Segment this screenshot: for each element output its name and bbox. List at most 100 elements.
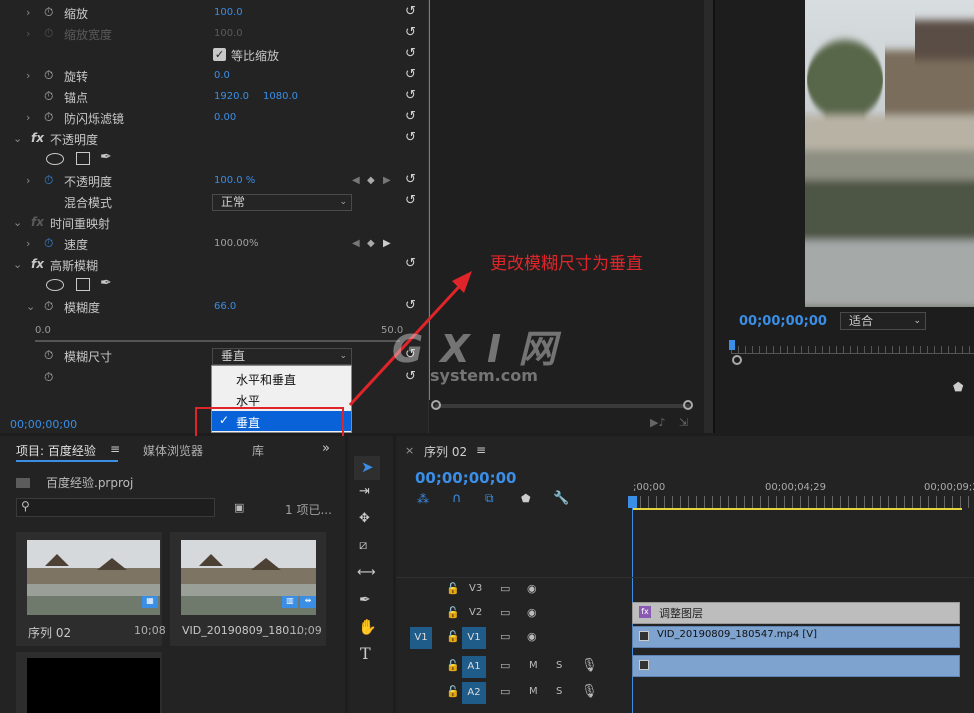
dropdown-option[interactable]: 水平: [212, 389, 351, 409]
anchor-y-value[interactable]: 1080.0: [263, 91, 298, 102]
reset-icon[interactable]: ↺: [405, 172, 416, 187]
section-chevron-icon[interactable]: ⌄: [13, 258, 22, 271]
expand-chevron-icon[interactable]: ›: [26, 237, 30, 250]
stopwatch-icon[interactable]: ⏱: [44, 68, 53, 83]
adjustment-layer-clip[interactable]: fx 调整图层: [632, 602, 960, 624]
microphone-icon[interactable]: 🎙: [581, 684, 598, 699]
stopwatch-icon[interactable]: ⏱: [44, 110, 53, 125]
reset-icon[interactable]: ↺: [405, 4, 416, 19]
solo-button[interactable]: S: [556, 686, 562, 697]
timeline-ruler[interactable]: [632, 496, 974, 508]
fx-icon[interactable]: fx: [31, 257, 44, 271]
rectangle-mask-icon[interactable]: [76, 152, 90, 165]
close-icon[interactable]: ×: [405, 444, 414, 457]
linked-selection-icon[interactable]: ⧉: [485, 491, 494, 506]
monitor-ruler[interactable]: [731, 346, 974, 354]
next-keyframe-icon[interactable]: ▶: [383, 175, 391, 186]
reset-icon[interactable]: ↺: [405, 46, 416, 61]
project-item[interactable]: [16, 652, 162, 713]
marker-icon[interactable]: ⬟: [953, 380, 963, 394]
vertical-scrollbar[interactable]: [704, 0, 713, 433]
reset-icon[interactable]: ↺: [405, 193, 416, 208]
lock-icon[interactable]: 🔓: [446, 606, 460, 619]
scale-value[interactable]: 100.0: [214, 7, 243, 18]
microphone-icon[interactable]: 🎙: [581, 658, 598, 673]
pen-icon[interactable]: ✒: [359, 592, 371, 608]
panel-menu-icon[interactable]: ≡: [110, 442, 120, 456]
work-area-bar[interactable]: [632, 508, 962, 510]
prev-keyframe-icon[interactable]: ◀: [352, 238, 360, 249]
flicker-value[interactable]: 0.00: [214, 112, 236, 123]
mute-button[interactable]: M: [529, 660, 538, 671]
track-label[interactable]: V3: [469, 583, 482, 594]
slip-icon[interactable]: ⟷: [357, 565, 376, 580]
expand-chevron-icon[interactable]: ›: [26, 6, 30, 19]
add-keyframe-icon[interactable]: ◆: [367, 175, 375, 186]
expand-chevron-icon[interactable]: ⌄: [26, 300, 35, 313]
mute-button[interactable]: M: [529, 686, 538, 697]
reset-icon[interactable]: ↺: [405, 109, 416, 124]
section-chevron-icon[interactable]: ⌄: [13, 132, 22, 145]
pen-mask-icon[interactable]: ✒: [100, 149, 112, 165]
sync-lock-icon[interactable]: ▭: [500, 606, 510, 619]
wrench-icon[interactable]: 🔧: [553, 491, 569, 506]
stopwatch-active-icon[interactable]: ⏱: [44, 236, 53, 251]
blend-mode-select[interactable]: 正常 ⌄: [212, 194, 352, 211]
lock-icon[interactable]: 🔓: [446, 630, 460, 643]
add-keyframe-icon[interactable]: ◆: [367, 238, 375, 249]
prev-keyframe-icon[interactable]: ◀: [352, 175, 360, 186]
monitor-playhead[interactable]: [729, 340, 735, 350]
eye-icon[interactable]: ◉: [527, 582, 537, 595]
rectangle-mask-icon[interactable]: [76, 278, 90, 291]
pen-mask-icon[interactable]: ✒: [100, 275, 112, 291]
project-item[interactable]: ▦ 序列 02 10;08: [16, 532, 166, 646]
track-label[interactable]: V2: [469, 607, 482, 618]
timeline-timecode[interactable]: 00;00;00;00: [415, 469, 517, 487]
source-patch-v1[interactable]: V1: [410, 627, 432, 649]
blurriness-value[interactable]: 66.0: [214, 301, 236, 312]
reset-icon[interactable]: ↺: [405, 67, 416, 82]
selection-tool[interactable]: ➤: [354, 456, 380, 480]
tab-project[interactable]: 项目: 百度经验: [16, 442, 96, 459]
audio-clip[interactable]: [632, 655, 960, 677]
section-chevron-icon[interactable]: ⌄: [13, 216, 22, 229]
lock-icon[interactable]: 🔓: [446, 685, 460, 698]
stopwatch-icon[interactable]: ⏱: [44, 348, 53, 363]
stopwatch-icon[interactable]: ⏱: [44, 299, 53, 314]
project-item[interactable]: ▥ ⇹ VID_20190809_180... 10;09: [170, 532, 326, 646]
stopwatch-icon[interactable]: ⏱: [44, 370, 53, 385]
video-clip[interactable]: VID_20190809_180547.mp4 [V]: [632, 626, 960, 648]
solo-button[interactable]: S: [556, 660, 562, 671]
track-label[interactable]: A1: [462, 656, 486, 678]
expand-chevron-icon[interactable]: ›: [26, 69, 30, 82]
fx-icon[interactable]: fx: [31, 131, 44, 145]
sync-lock-icon[interactable]: ▭: [500, 659, 510, 672]
snap-icon[interactable]: ∩: [452, 491, 462, 506]
export-icon[interactable]: ⇲: [679, 416, 688, 429]
uniform-scale-checkbox[interactable]: ✓: [213, 48, 226, 61]
tab-libraries[interactable]: 库: [252, 442, 264, 459]
play-audio-icon[interactable]: ▶♪: [650, 416, 665, 429]
overflow-chevron-icon[interactable]: »: [322, 441, 330, 456]
stopwatch-active-icon[interactable]: ⏱: [44, 173, 53, 188]
track-label[interactable]: A2: [462, 682, 486, 704]
hand-icon[interactable]: ✋: [358, 618, 377, 636]
effect-controls-timecode[interactable]: 00;00;00;00: [10, 418, 77, 431]
lock-icon[interactable]: 🔓: [446, 659, 460, 672]
scrollbar-handle-right[interactable]: [683, 400, 693, 410]
zoom-handle[interactable]: [732, 355, 742, 365]
expand-chevron-icon[interactable]: ›: [26, 111, 30, 124]
track-label[interactable]: V1: [462, 627, 486, 649]
eye-icon[interactable]: ◉: [527, 630, 537, 643]
type-tool-icon[interactable]: T: [360, 644, 371, 663]
sync-lock-icon[interactable]: ▭: [500, 630, 510, 643]
panel-menu-icon[interactable]: ≡: [476, 443, 486, 457]
sync-lock-icon[interactable]: ▭: [500, 685, 510, 698]
search-input[interactable]: ⚲: [16, 498, 215, 517]
expand-chevron-icon[interactable]: ›: [26, 174, 30, 187]
razor-icon[interactable]: ⧄: [359, 538, 367, 553]
reset-icon[interactable]: ↺: [405, 25, 416, 40]
add-marker-icon[interactable]: ⬟: [521, 492, 531, 505]
reset-icon[interactable]: ↺: [405, 130, 416, 145]
sync-lock-icon[interactable]: ▭: [500, 582, 510, 595]
